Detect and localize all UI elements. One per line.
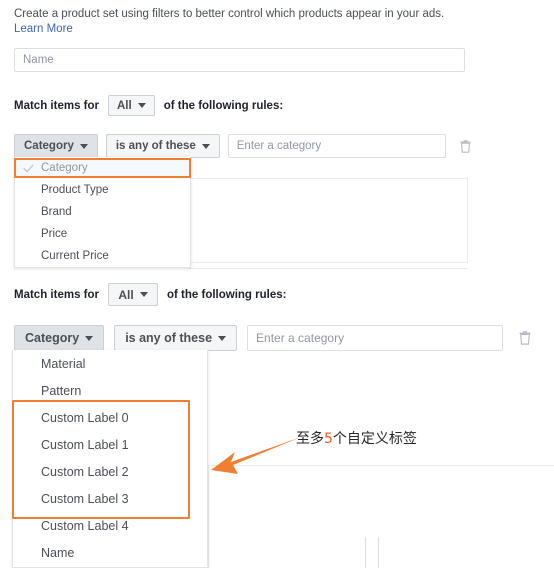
menu-item-current-price[interactable]: Current Price [15,245,190,267]
menu-item-custom-label-3[interactable]: Custom Label 3 [13,485,207,512]
menu-item-price[interactable]: Price [15,223,190,245]
annotation-number: 5 [324,431,333,447]
menu-item-label: Current Price [41,250,109,262]
menu-item-label: Custom Label 4 [41,518,129,533]
match-items-suffix: of the following rules: [163,99,284,112]
chevron-down-icon [201,143,210,149]
menu-item-label: Category [41,162,88,174]
rule-field-value: Category [24,140,74,152]
panel-divider [365,537,366,568]
menu-item-brand[interactable]: Brand [15,201,190,223]
rule-field-value: Category [25,331,80,345]
panel-divider [188,268,468,269]
menu-item-custom-label-4[interactable]: Custom Label 4 [13,512,207,539]
chevron-down-icon [137,103,146,108]
trash-icon[interactable] [460,139,471,153]
trash-icon[interactable] [519,331,531,345]
rule-value-input-1[interactable] [227,134,446,158]
match-scope-value: All [118,287,134,302]
menu-item-custom-label-1[interactable]: Custom Label 1 [13,431,207,458]
match-scope-dropdown-1[interactable]: All [108,95,155,116]
panel-divider [188,178,468,179]
annotation-text: 至多5个自定义标签 [296,430,417,448]
menu-item-label: Material [41,356,86,371]
menu-item-label: Custom Label 3 [41,491,129,506]
arrow-left-icon [211,437,301,474]
match-scope-value: All [117,99,132,112]
match-items-suffix: of the following rules: [167,288,287,301]
menu-item-label: Pattern [41,383,82,398]
intro-description: Create a product set using filters to be… [14,8,445,20]
rule-operator-dropdown-1[interactable]: is any of these [105,134,220,158]
match-items-row-2: Match items for All of the following rul… [14,283,286,306]
product-set-name-input[interactable] [14,48,465,72]
menu-item-product-type[interactable]: Product Type [15,179,190,201]
rule-field-menu-1[interactable]: Category Product Type Brand Price Curren… [14,157,191,268]
rule-row-2: Category is any of these [14,325,531,351]
chevron-down-icon [218,335,227,341]
chevron-down-icon [79,143,88,149]
menu-item-label: Custom Label 2 [41,464,129,479]
match-items-row-1: Match items for All of the following rul… [14,95,283,116]
menu-item-label: Brand [41,206,72,218]
chevron-down-icon [139,292,148,297]
match-scope-dropdown-2[interactable]: All [108,283,158,306]
chevron-down-icon [85,335,94,341]
rule-operator-value: is any of these [125,331,213,345]
learn-more-link[interactable]: Learn More [14,22,73,37]
panel-divider [188,262,468,263]
product-set-filter-screen: Create a product set using filters to be… [0,0,554,568]
rule-value-input-2[interactable] [247,325,504,351]
menu-item-label: Custom Label 0 [41,410,129,425]
rule-operator-value: is any of these [115,140,196,152]
menu-item-label: Price [41,228,68,240]
rule-operator-dropdown-2[interactable]: is any of these [114,325,238,351]
menu-item-name[interactable]: Name [13,539,207,566]
menu-item-category[interactable]: Category [15,157,190,179]
check-icon [21,164,35,173]
menu-item-custom-label-2[interactable]: Custom Label 2 [13,458,207,485]
menu-item-label: Product Type [41,184,109,196]
menu-item-pattern[interactable]: Pattern [13,377,207,404]
panel-divider [208,465,209,568]
panel-divider [208,465,554,466]
match-items-label: Match items for [14,288,99,301]
rule-field-dropdown-2[interactable]: Category [14,325,105,351]
menu-item-material[interactable]: Material [13,350,207,377]
annotation-text-after: 个自定义标签 [332,431,417,447]
annotation-text-before: 至多 [296,431,324,447]
rule-field-dropdown-1[interactable]: Category [14,134,98,158]
rule-field-menu-2[interactable]: Material Pattern Custom Label 0 Custom L… [12,350,208,568]
match-items-label: Match items for [14,99,99,112]
rule-row-1: Category is any of these [14,134,471,158]
menu-item-label: Name [41,545,75,560]
menu-item-label: Custom Label 1 [41,437,129,452]
panel-divider [467,178,468,263]
menu-item-custom-label-0[interactable]: Custom Label 0 [13,404,207,431]
panel-divider [378,537,379,568]
